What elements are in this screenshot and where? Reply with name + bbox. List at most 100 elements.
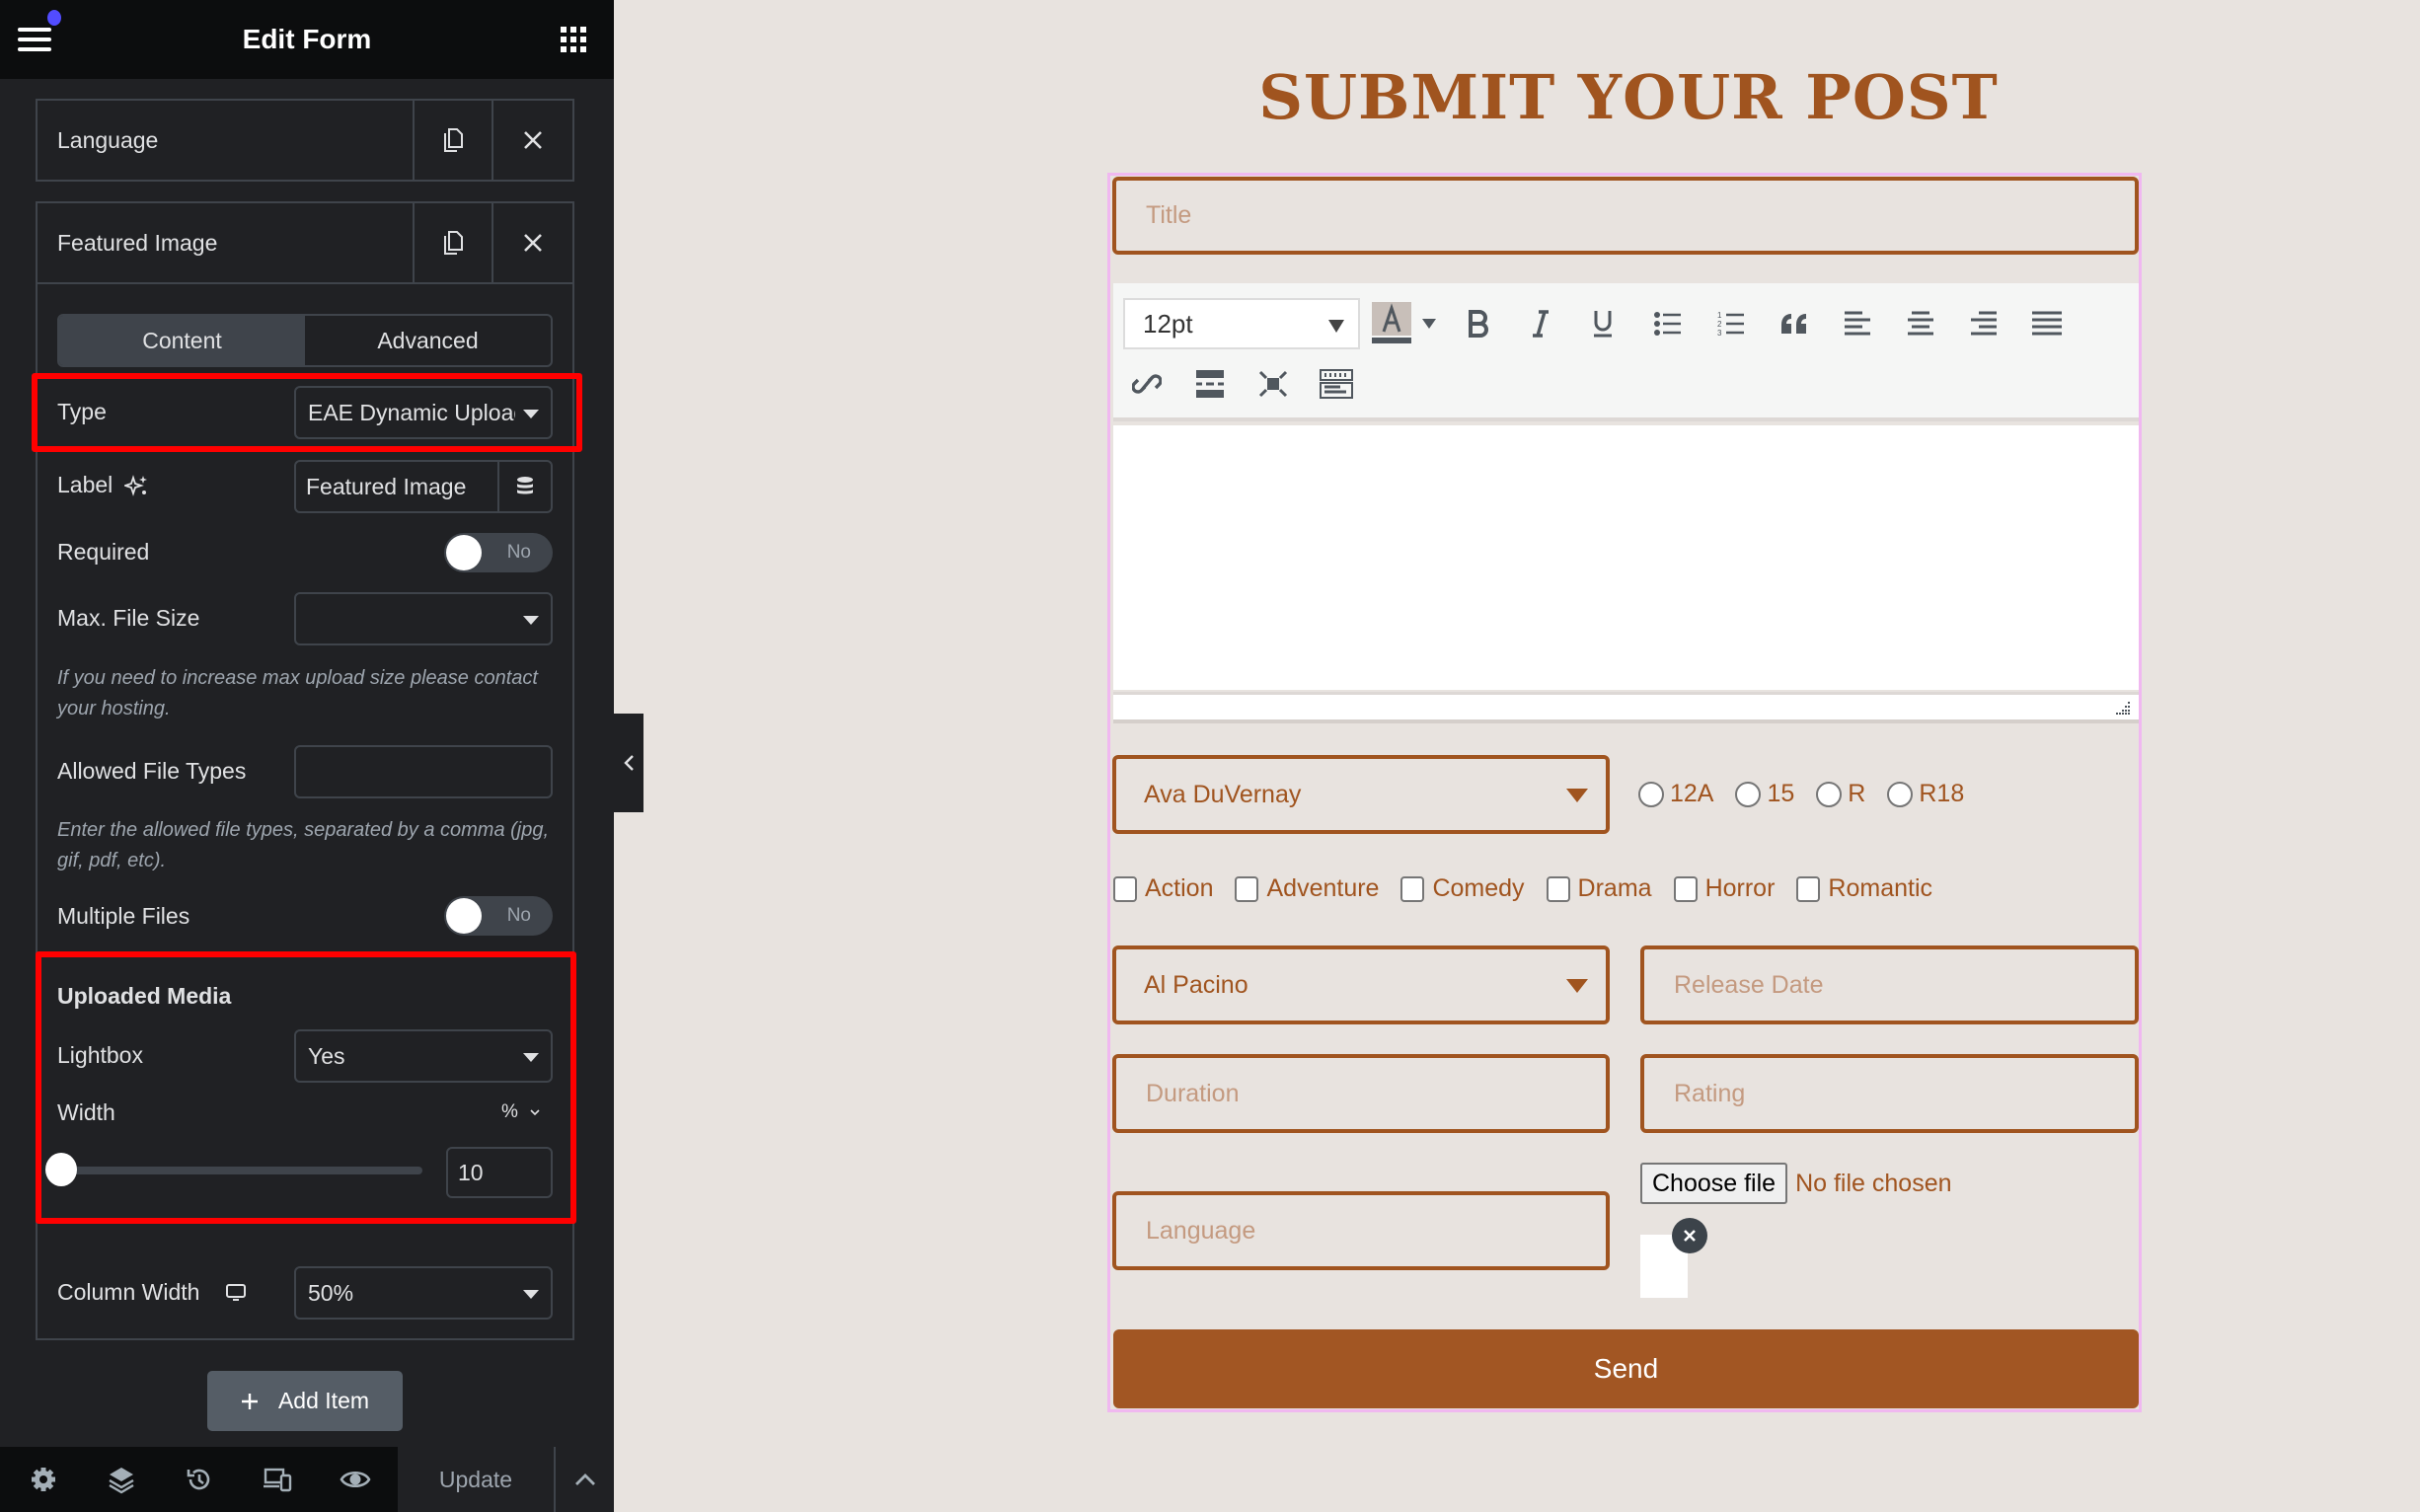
history-button[interactable] (170, 1450, 229, 1509)
director-select[interactable]: Ava DuVernay (1112, 755, 1610, 834)
unit-selector[interactable]: % (501, 1101, 541, 1123)
save-options-button[interactable] (556, 1447, 614, 1512)
bulleted-list-button[interactable] (1642, 298, 1694, 349)
read-more-button[interactable] (1184, 358, 1236, 410)
checkbox[interactable] (1546, 875, 1570, 902)
duplicate-button[interactable] (415, 203, 493, 282)
lightbox-select[interactable]: Yes (294, 1029, 553, 1083)
checkbox[interactable] (1673, 875, 1698, 902)
lightbox-label: Lightbox (57, 1042, 143, 1068)
rating-input[interactable]: Rating (1640, 1054, 2139, 1133)
panel-footer: Update (0, 1447, 614, 1512)
duration-input[interactable]: Duration (1112, 1054, 1610, 1133)
justify-button[interactable] (2021, 298, 2073, 349)
send-button[interactable]: Send (1113, 1329, 2139, 1408)
align-left-button[interactable] (1832, 298, 1883, 349)
choose-file-button[interactable]: Choose file (1640, 1163, 1788, 1204)
label-input[interactable]: Featured Image (296, 462, 499, 511)
editor-statusbar (1113, 692, 2139, 723)
ai-sparkle-icon[interactable] (124, 474, 148, 497)
align-left-icon (1845, 311, 1870, 336)
checkbox-action[interactable]: Action (1113, 874, 1213, 903)
bold-button[interactable] (1453, 298, 1504, 349)
add-item-button[interactable]: Add Item (207, 1371, 403, 1431)
checkbox-romantic[interactable]: Romantic (1796, 874, 1932, 903)
align-right-button[interactable] (1958, 298, 2009, 349)
allowed-file-types-input[interactable] (294, 745, 553, 798)
repeater-item-featured-image[interactable]: Featured Image (36, 201, 574, 284)
actor-select[interactable]: Al Pacino (1112, 945, 1610, 1024)
checkbox[interactable] (1113, 875, 1137, 902)
multiple-files-label: Multiple Files (57, 903, 190, 929)
max-file-size-label: Max. File Size (57, 605, 200, 631)
svg-text:3: 3 (1717, 329, 1722, 338)
max-file-size-select[interactable] (294, 592, 553, 645)
checkbox-horror[interactable]: Horror (1673, 874, 1775, 903)
radio-button[interactable] (1638, 781, 1664, 807)
rich-text-editor-body[interactable] (1113, 425, 2139, 690)
underline-button[interactable] (1577, 298, 1628, 349)
max-file-size-help: If you need to increase max upload size … (57, 667, 538, 719)
title-input[interactable]: Title (1112, 177, 2139, 255)
required-toggle[interactable]: No (444, 533, 553, 572)
resize-grip-icon[interactable] (2115, 700, 2131, 716)
radio-button[interactable] (1735, 781, 1762, 807)
type-select[interactable]: EAE Dynamic Upload (294, 386, 553, 439)
fullscreen-button[interactable] (1248, 358, 1299, 410)
remove-button[interactable] (493, 101, 572, 180)
checkbox[interactable] (1796, 875, 1821, 902)
column-width-value: 50% (308, 1279, 354, 1306)
navigator-button[interactable] (92, 1450, 151, 1509)
remove-upload-button[interactable] (1672, 1218, 1707, 1253)
align-center-button[interactable] (1895, 298, 1946, 349)
layers-icon (108, 1468, 134, 1494)
font-size-select[interactable]: 12pt (1123, 298, 1360, 349)
radio-r[interactable]: R (1816, 780, 1865, 808)
italic-button[interactable] (1515, 298, 1566, 349)
font-size-value: 12pt (1143, 308, 1193, 339)
text-color-dropdown[interactable] (1413, 298, 1445, 349)
column-width-select[interactable]: 50% (294, 1266, 553, 1320)
tab-content[interactable]: Content (59, 316, 305, 365)
checkbox-label: Comedy (1432, 874, 1525, 902)
radio-button[interactable] (1816, 781, 1843, 807)
text-color-button[interactable] (1372, 298, 1411, 349)
tab-advanced[interactable]: Advanced (305, 316, 551, 365)
radio-label: R (1848, 780, 1866, 807)
update-button[interactable]: Update (398, 1447, 556, 1512)
repeater-item-label[interactable]: Language (38, 101, 415, 180)
settings-button[interactable] (14, 1450, 73, 1509)
width-slider[interactable] (45, 1153, 422, 1186)
checkbox-adventure[interactable]: Adventure (1235, 874, 1379, 903)
radio-r18[interactable]: R18 (1887, 780, 1964, 808)
link-button[interactable] (1121, 358, 1172, 410)
release-date-input[interactable]: Release Date (1640, 945, 2139, 1024)
collapse-panel-button[interactable] (614, 714, 643, 812)
checkbox-drama[interactable]: Drama (1546, 874, 1652, 903)
multiple-files-toggle[interactable]: No (444, 896, 553, 936)
radio-12a[interactable]: 12A (1638, 780, 1713, 808)
numbered-list-button[interactable]: 123 (1705, 298, 1757, 349)
desktop-icon[interactable] (225, 1282, 247, 1304)
responsive-mode-button[interactable] (248, 1450, 307, 1509)
widgets-grid-icon[interactable] (561, 27, 586, 52)
checkbox[interactable] (1400, 875, 1425, 902)
underline-icon (1594, 311, 1612, 338)
duplicate-button[interactable] (415, 101, 493, 180)
blockquote-button[interactable] (1769, 298, 1820, 349)
width-number-input[interactable]: 10 (446, 1147, 553, 1198)
radio-15[interactable]: 15 (1735, 780, 1794, 808)
radio-button[interactable] (1887, 781, 1914, 807)
menu-hamburger-icon[interactable] (18, 28, 51, 53)
remove-button[interactable] (493, 203, 572, 282)
caret-down-icon (1566, 979, 1588, 993)
checkbox[interactable] (1235, 875, 1259, 902)
repeater-item-label[interactable]: Featured Image (38, 203, 415, 282)
language-input[interactable]: Language (1112, 1191, 1610, 1270)
repeater-item-language[interactable]: Language (36, 99, 574, 182)
dynamic-tags-button[interactable] (499, 462, 551, 511)
slider-handle[interactable] (45, 1153, 77, 1186)
toolbar-toggle-button[interactable] (1311, 358, 1362, 410)
checkbox-comedy[interactable]: Comedy (1400, 874, 1525, 903)
preview-button[interactable] (326, 1450, 385, 1509)
